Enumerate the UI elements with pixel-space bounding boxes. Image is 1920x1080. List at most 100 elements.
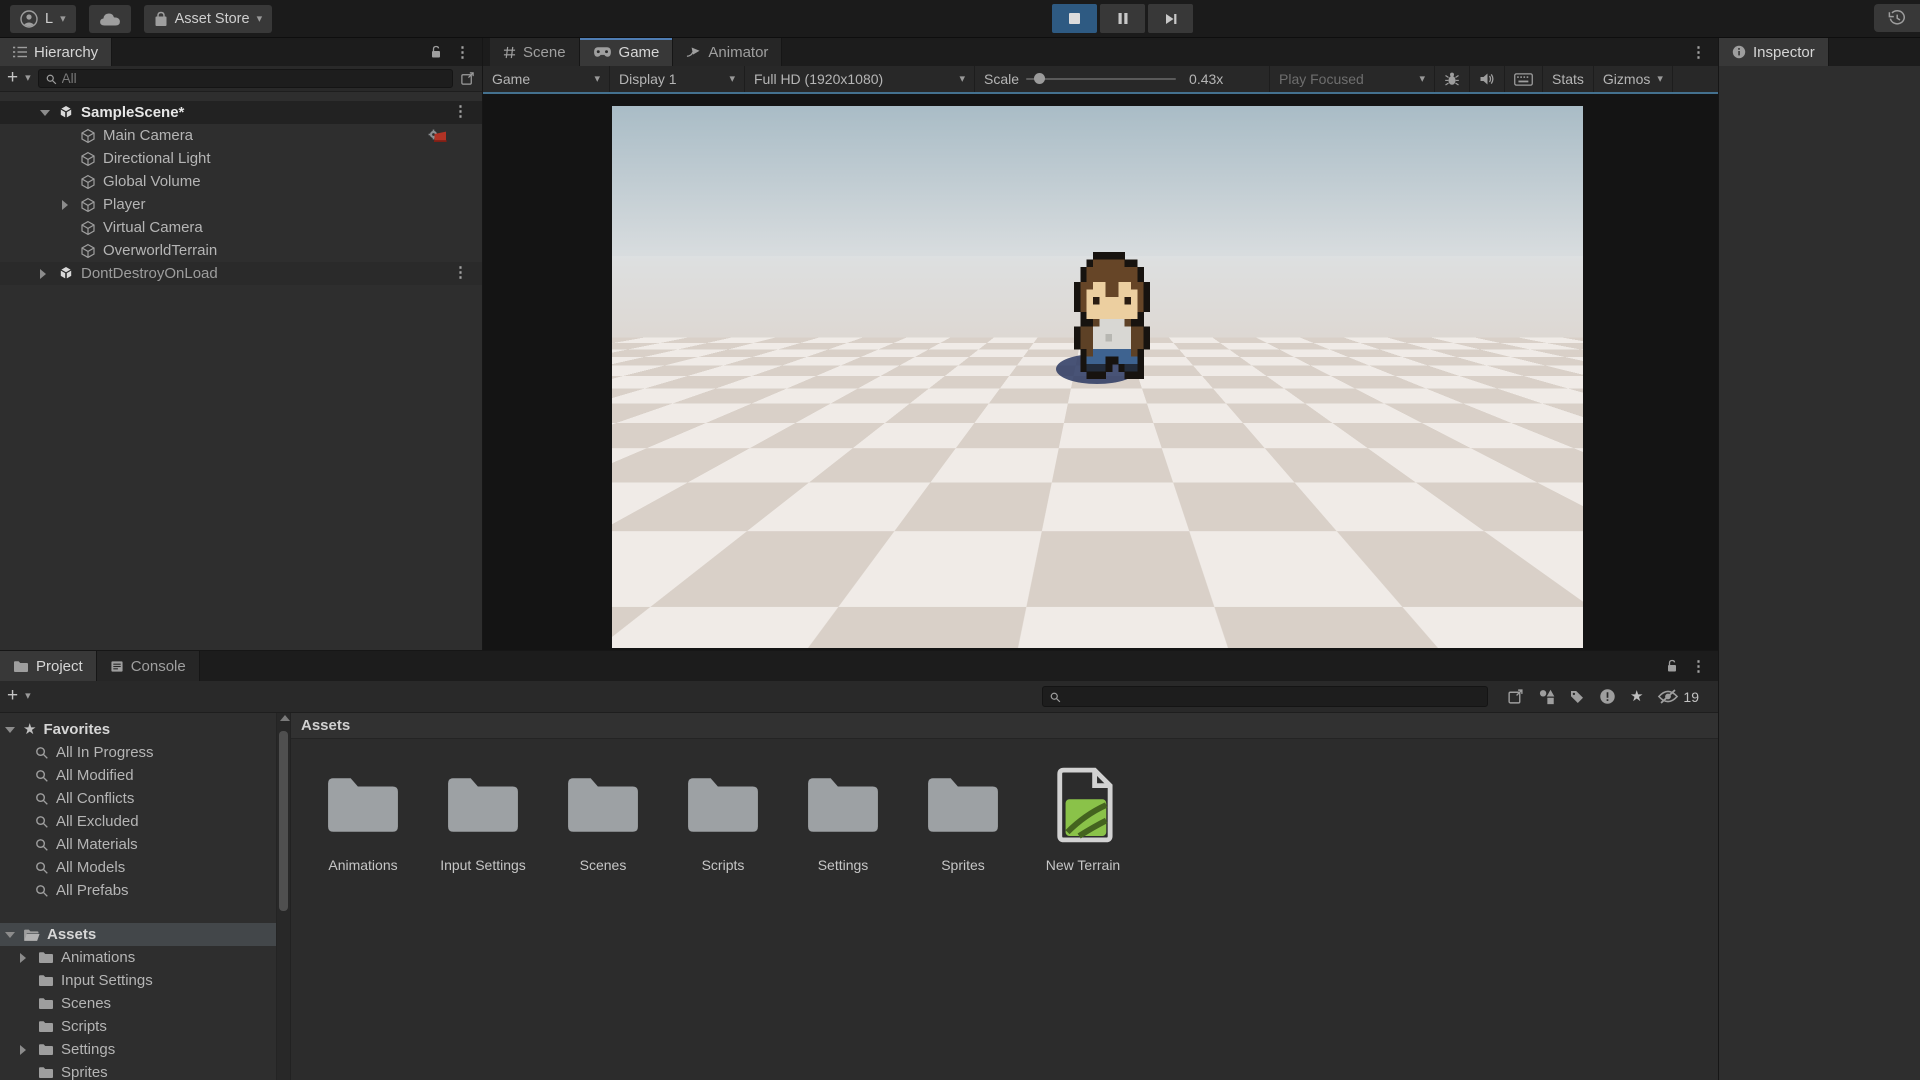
alert-icon[interactable] [1599,688,1616,705]
lock-icon[interactable] [1666,659,1678,673]
undo-history-button[interactable] [1874,4,1920,32]
lock-icon[interactable] [430,45,442,59]
tab-inspector[interactable]: Inspector [1719,38,1829,66]
kebab-menu-icon[interactable]: ⋮ [1691,45,1706,60]
favorites-item-all-prefabs[interactable]: All Prefabs [0,879,276,902]
add-object-button[interactable]: + [7,68,18,87]
assets-tree-item-scenes[interactable]: Scenes [0,992,276,1015]
chevron-down-icon[interactable]: ▾ [25,73,31,84]
search-icon [34,768,49,783]
asset-tile-sprites[interactable]: Sprites [911,765,1015,873]
scroll-up-icon[interactable] [280,715,290,721]
favorites-item-all-excluded[interactable]: All Excluded [0,810,276,833]
hierarchy-item-player[interactable]: Player [0,193,482,216]
favorites-item-all-models[interactable]: All Models [0,856,276,879]
collapse-arrow-icon[interactable] [40,110,50,116]
kebab-menu-icon[interactable]: ⋮ [1691,659,1706,674]
folder-icon [683,765,763,845]
expand-arrow-icon[interactable] [40,269,46,279]
tab-scene[interactable]: Scene [490,38,580,66]
folder-icon [563,765,643,845]
hierarchy-search-input[interactable] [62,71,446,86]
favorites-item-all-in-progress[interactable]: All In Progress [0,741,276,764]
kebab-menu-icon[interactable]: ⋮ [453,104,468,119]
open-search-window-icon[interactable] [1507,688,1524,705]
hierarchy-search[interactable] [38,69,453,88]
project-search-input[interactable] [1067,689,1481,704]
item-label: Settings [61,1041,115,1058]
asset-tile-settings[interactable]: Settings [791,765,895,873]
assets-tree-item-settings[interactable]: Settings [0,1038,276,1061]
assets-tree-item-sprites[interactable]: Sprites [0,1061,276,1080]
open-search-window-icon[interactable] [460,71,475,86]
assets-tree-item-input-settings[interactable]: Input Settings [0,969,276,992]
favorites-label: Favorites [43,721,110,738]
play-stop-button[interactable] [1052,4,1097,33]
assets-tree-item-scripts[interactable]: Scripts [0,1015,276,1038]
project-panel: Project Console ⋮ + ▾ [0,650,1718,1080]
hierarchy-item-overworldterrain[interactable]: OverworldTerrain [0,239,482,262]
hierarchy-item-main-camera[interactable]: Main Camera [0,124,482,147]
hierarchy-item-directional-light[interactable]: Directional Light [0,147,482,170]
favorites-item-all-materials[interactable]: All Materials [0,833,276,856]
debug-toggle[interactable] [1435,66,1470,92]
stats-toggle[interactable]: Stats [1543,66,1594,92]
gizmos-dropdown[interactable]: Gizmos ▾ [1594,66,1673,92]
onscreen-keyboard-toggle[interactable] [1505,66,1543,92]
tab-project[interactable]: Project [0,651,97,681]
expand-arrow-icon[interactable] [62,200,68,210]
assets-root-item[interactable]: Assets [0,923,276,946]
tab-game[interactable]: Game [580,38,674,66]
expand-arrow-icon[interactable] [20,1045,26,1055]
account-button[interactable]: L ▾ [10,5,76,33]
collapse-arrow-icon[interactable] [5,932,15,938]
favorites-item-all-conflicts[interactable]: All Conflicts [0,787,276,810]
assets-root-label: Assets [47,926,96,943]
search-by-type-icon[interactable] [1538,688,1555,705]
tab-console[interactable]: Console [97,651,200,681]
asset-tile-animations[interactable]: Animations [311,765,415,873]
hierarchy-item-global-volume[interactable]: Global Volume [0,170,482,193]
hierarchy-item-dontdestroyonload[interactable]: DontDestroyOnLoad⋮ [0,262,482,285]
asset-tile-scenes[interactable]: Scenes [551,765,655,873]
mute-audio-toggle[interactable] [1470,66,1505,92]
create-asset-button[interactable]: + [7,686,18,705]
breadcrumb-label: Assets [301,717,350,734]
favorites-star-icon[interactable]: ★ [1630,689,1643,704]
cloud-services-button[interactable] [89,5,131,33]
scale-slider-knob[interactable] [1034,73,1045,84]
project-search[interactable] [1042,686,1488,707]
tree-scrollbar[interactable] [276,713,290,1080]
kebab-menu-icon[interactable]: ⋮ [453,265,468,280]
tab-animator[interactable]: Animator [673,38,782,66]
scrollbar-thumb[interactable] [279,731,288,911]
chevron-down-icon[interactable]: ▾ [25,691,31,702]
view-mode-dropdown[interactable]: Game ▾ [483,66,610,92]
asset-tile-new-terrain[interactable]: New Terrain [1031,765,1135,873]
assets-tree-item-animations[interactable]: Animations [0,946,276,969]
asset-store-button[interactable]: Asset Store ▾ [144,5,272,33]
folder-icon [38,951,54,964]
favorites-item-all-modified[interactable]: All Modified [0,764,276,787]
search-by-label-icon[interactable] [1569,689,1585,705]
expand-arrow-icon[interactable] [20,953,26,963]
favorites-section[interactable]: ★Favorites [0,718,276,741]
folder-icon [803,765,883,845]
kebab-menu-icon[interactable]: ⋮ [455,45,470,60]
pause-button[interactable] [1100,4,1145,33]
game-render[interactable] [612,106,1583,648]
collapse-arrow-icon[interactable] [5,727,15,733]
scale-slider[interactable] [1026,78,1176,80]
folder-icon [38,974,54,987]
display-dropdown[interactable]: Display 1 ▾ [610,66,745,92]
resolution-dropdown[interactable]: Full HD (1920x1080) ▾ [745,66,975,92]
play-focused-dropdown[interactable]: Play Focused ▾ [1270,66,1435,92]
hidden-items-toggle[interactable]: 19 [1657,689,1699,705]
tab-hierarchy[interactable]: Hierarchy [0,38,112,66]
hierarchy-item-samplescene[interactable]: SampleScene*⋮ [0,101,482,124]
hidden-count: 19 [1683,689,1699,705]
step-button[interactable] [1148,4,1193,33]
hierarchy-item-virtual-camera[interactable]: Virtual Camera [0,216,482,239]
asset-tile-scripts[interactable]: Scripts [671,765,775,873]
asset-tile-input-settings[interactable]: Input Settings [431,765,535,873]
